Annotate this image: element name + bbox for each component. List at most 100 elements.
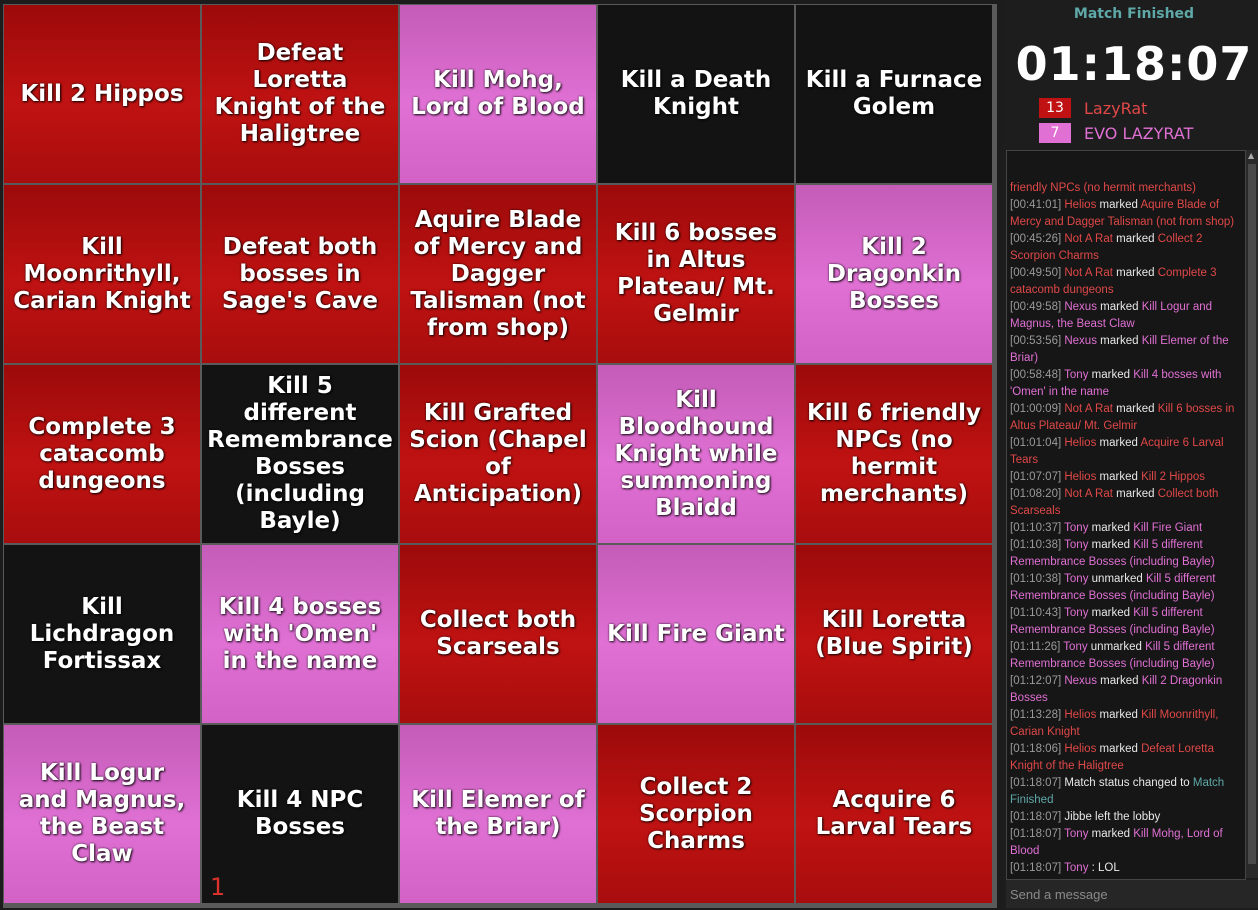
board-cell-label: Collect 2 Scorpion Charms bbox=[639, 773, 753, 854]
chat-segment: [01:18:07] bbox=[1010, 828, 1065, 840]
board-cell-label: Kill Fire Giant bbox=[607, 620, 785, 647]
board-cell[interactable]: Kill Moonrithyll, Carian Knight bbox=[4, 185, 200, 363]
board-cell[interactable]: Kill 2 Dragonkin Bosses bbox=[796, 185, 992, 363]
chat-segment: marked bbox=[1096, 743, 1142, 755]
chat-segment: Kill 2 Hippos bbox=[1141, 471, 1205, 483]
board-cell[interactable]: Kill a Furnace Golem bbox=[796, 5, 992, 183]
chat-segment: Not A Rat bbox=[1064, 403, 1113, 415]
cell-marker: 1 bbox=[210, 873, 226, 901]
chat-segment: marked bbox=[1096, 437, 1141, 449]
board-cell[interactable]: Kill Fire Giant bbox=[598, 545, 794, 723]
chat-segment: marked bbox=[1112, 488, 1158, 500]
board-cell[interactable]: Kill 4 NPC Bosses 1 bbox=[202, 725, 398, 903]
chat-segment: Not A Rat bbox=[1064, 233, 1113, 245]
board-cell-label: Kill Logur and Magnus, the Beast Claw bbox=[18, 760, 186, 867]
chat-line: [01:13:28] Helios marked Kill Moonrithyl… bbox=[1010, 707, 1243, 741]
chat-segment: marked bbox=[1088, 539, 1134, 551]
chat-segment: Tony bbox=[1064, 828, 1089, 840]
board-cell[interactable]: Collect 2 Scorpion Charms bbox=[598, 725, 794, 903]
chat-segment: [00:45:26] bbox=[1010, 233, 1065, 245]
chat-segment: marked bbox=[1096, 199, 1141, 211]
chat-segment: [01:18:07] bbox=[1010, 862, 1065, 874]
board-cell-label: Kill Bloodhound Knight while summoning B… bbox=[614, 386, 778, 521]
board-cell-label: Kill Mohg, Lord of Blood bbox=[411, 67, 585, 120]
board-cell[interactable]: Kill Bloodhound Knight while summoning B… bbox=[598, 365, 794, 543]
chat-segment: [00:41:01] bbox=[1010, 199, 1065, 211]
chat-log: friendly NPCs (no hermit merchants) [00:4… bbox=[1007, 180, 1243, 879]
board-cell-label: Kill Loretta (Blue Spirit) bbox=[815, 607, 973, 660]
board-cell-label: Kill a Death Knight bbox=[620, 67, 772, 120]
board-cell[interactable]: Defeat Loretta Knight of the Haligtree bbox=[202, 5, 398, 183]
chat-segment: Nexus bbox=[1064, 675, 1097, 687]
chat-segment: Tony bbox=[1064, 369, 1089, 381]
board-cell-label: Acquire 6 Larval Tears bbox=[815, 787, 973, 840]
board-cell[interactable]: Kill 5 different Remembrance Bosses (inc… bbox=[202, 365, 398, 543]
chat-segment: Helios bbox=[1064, 199, 1097, 211]
chat-segment: [01:10:38] bbox=[1010, 539, 1065, 551]
chat-segment: marked bbox=[1112, 233, 1158, 245]
chat-segment: Kill Fire Giant bbox=[1133, 522, 1203, 534]
chat-segment: Tony bbox=[1064, 862, 1089, 874]
board-cell[interactable]: Kill Logur and Magnus, the Beast Claw bbox=[4, 725, 200, 903]
chat-line: [01:18:07] Jibbe left the lobby bbox=[1010, 809, 1243, 826]
chat-segment: [01:10:37] bbox=[1010, 522, 1065, 534]
board-cell[interactable]: Complete 3 catacomb dungeons bbox=[4, 365, 200, 543]
chat-line: [00:49:58] Nexus marked Kill Logur and M… bbox=[1010, 299, 1243, 333]
chat-segment: [01:08:20] bbox=[1010, 488, 1065, 500]
board-cell[interactable]: Collect both Scarseals bbox=[400, 545, 596, 723]
chat-message-input[interactable] bbox=[1006, 880, 1258, 908]
chat-scrollbar[interactable]: ▲ bbox=[1246, 150, 1258, 878]
scrollbar-thumb[interactable] bbox=[1248, 164, 1256, 864]
chat-line: [00:58:48] Tony marked Kill 4 bosses wit… bbox=[1010, 367, 1243, 401]
chat-log-panel[interactable]: friendly NPCs (no hermit merchants) [00:4… bbox=[1006, 150, 1246, 880]
match-timer: 01:18:07 bbox=[1015, 37, 1253, 91]
board-cell[interactable]: Kill Elemer of the Briar) bbox=[400, 725, 596, 903]
chat-segment: marked bbox=[1088, 369, 1134, 381]
chat-segment: [01:11:26] bbox=[1010, 641, 1064, 653]
chat-line: [01:00:09] Not A Rat marked Kill 6 bosse… bbox=[1010, 401, 1243, 435]
board-cell-label: Kill 2 Hippos bbox=[20, 80, 184, 107]
chat-segment: marked bbox=[1096, 471, 1142, 483]
chat-segment: Helios bbox=[1064, 437, 1097, 449]
board-cell[interactable]: Aquire Blade of Mercy and Dagger Talisma… bbox=[400, 185, 596, 363]
chat-line: friendly NPCs (no hermit merchants) bbox=[1010, 180, 1243, 197]
chat-segment: Tony bbox=[1064, 522, 1089, 534]
chat-line: [01:10:38] Tony marked Kill 5 different … bbox=[1010, 537, 1243, 571]
board-cell[interactable]: Kill Grafted Scion (Chapel of Anticipati… bbox=[400, 365, 596, 543]
board-cell[interactable]: Defeat both bosses in Sage's Cave bbox=[202, 185, 398, 363]
chat-segment: [00:49:50] bbox=[1010, 267, 1065, 279]
chat-line: [01:18:07] Tony marked Kill Mohg, Lord o… bbox=[1010, 826, 1243, 860]
chat-segment: marked bbox=[1088, 607, 1134, 619]
chat-line: [01:18:07] Tony : LOL bbox=[1010, 860, 1243, 877]
chat-segment: [01:10:38] bbox=[1010, 573, 1065, 585]
board-cell[interactable]: Kill 6 friendly NPCs (no hermit merchant… bbox=[796, 365, 992, 543]
chat-segment: marked bbox=[1112, 403, 1158, 415]
chat-segment: [01:18:07] bbox=[1010, 811, 1065, 823]
chat-segment: marked bbox=[1088, 828, 1134, 840]
board-cell[interactable]: Kill 2 Hippos bbox=[4, 5, 200, 183]
board-cell[interactable]: Kill Lichdragon Fortissax bbox=[4, 545, 200, 723]
chat-segment: marked bbox=[1096, 709, 1142, 721]
team-row-evo-lazyrat: 7 EVO LAZYRAT bbox=[1039, 123, 1193, 143]
chat-segment: Helios bbox=[1064, 471, 1097, 483]
chat-segment: [01:07:07] bbox=[1010, 471, 1065, 483]
chat-line: [01:18:06] Helios marked Defeat Loretta … bbox=[1010, 741, 1243, 775]
chat-segment: Nexus bbox=[1064, 335, 1097, 347]
chat-line: [01:10:43] Tony marked Kill 5 different … bbox=[1010, 605, 1243, 639]
board-cell[interactable]: Kill a Death Knight bbox=[598, 5, 794, 183]
chat-segment: marked bbox=[1096, 675, 1142, 687]
board-cell-label: Kill Lichdragon Fortissax bbox=[29, 593, 175, 674]
scroll-up-arrow-icon[interactable]: ▲ bbox=[1248, 152, 1254, 160]
chat-segment: Jibbe left the lobby bbox=[1064, 811, 1161, 823]
chat-line: [01:18:07] Match status changed to Match… bbox=[1010, 775, 1243, 809]
chat-segment: [01:18:07] bbox=[1010, 777, 1065, 789]
board-cell-label: Kill 6 friendly NPCs (no hermit merchant… bbox=[806, 400, 982, 507]
board-cell[interactable]: Acquire 6 Larval Tears bbox=[796, 725, 992, 903]
board-cell[interactable]: Kill Loretta (Blue Spirit) bbox=[796, 545, 992, 723]
board-cell[interactable]: Kill Mohg, Lord of Blood bbox=[400, 5, 596, 183]
team-score: 7 bbox=[1039, 123, 1071, 143]
board-cell[interactable]: Kill 6 bosses in Altus Plateau/ Mt. Gelm… bbox=[598, 185, 794, 363]
chat-line: [01:11:26] Tony unmarked Kill 5 differen… bbox=[1010, 639, 1243, 673]
team-name: LazyRat bbox=[1084, 98, 1148, 118]
board-cell[interactable]: Kill 4 bosses with 'Omen' in the name bbox=[202, 545, 398, 723]
